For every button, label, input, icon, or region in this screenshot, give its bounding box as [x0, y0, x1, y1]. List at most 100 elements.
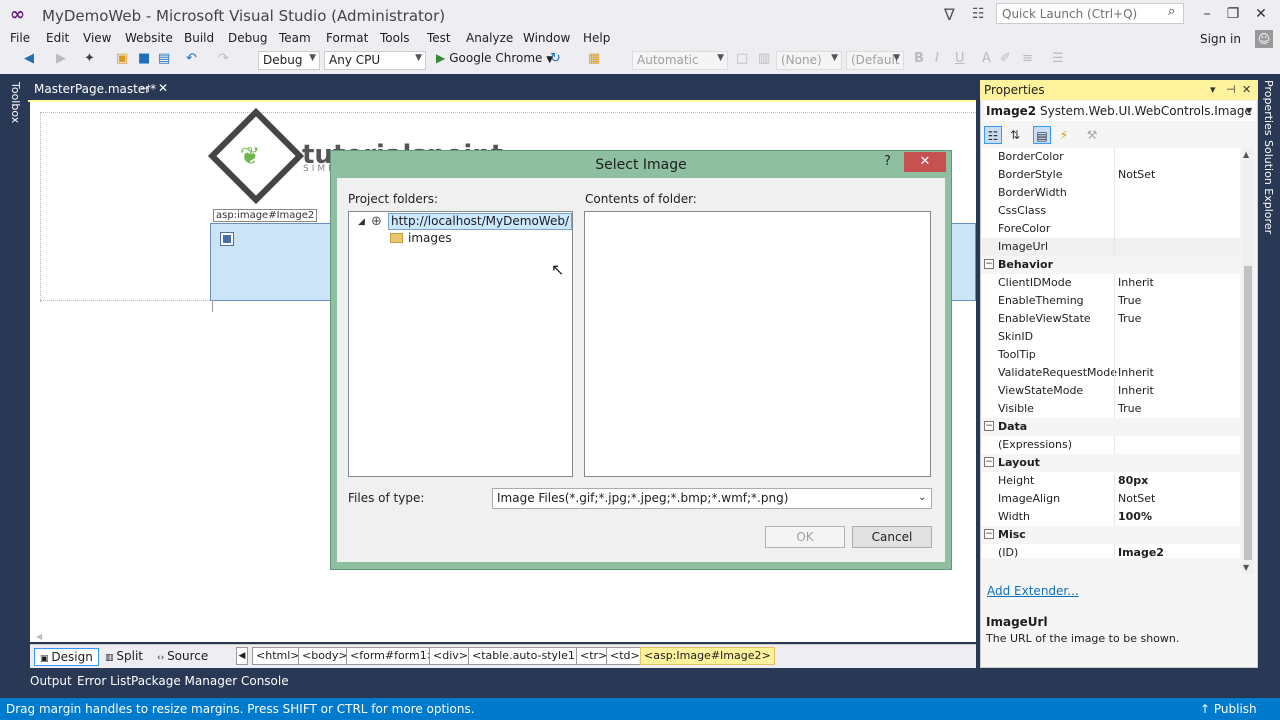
breadcrumb-body[interactable]: <body> [298, 647, 352, 665]
collapse-icon[interactable]: − [984, 529, 994, 539]
property-category[interactable]: − Layout [982, 454, 1240, 472]
scroll-left-icon[interactable]: ◀ [36, 632, 42, 641]
scroll-down-icon[interactable]: ▼ [1243, 563, 1249, 572]
close-window-button[interactable]: ✕ [1248, 3, 1274, 25]
property-row[interactable]: Width 100% [982, 508, 1240, 526]
breadcrumb-table[interactable]: <table.auto-style1> [468, 647, 589, 665]
apply-style-icon[interactable]: ▥ [758, 51, 770, 66]
property-value[interactable]: 80px [1118, 474, 1148, 487]
property-value[interactable]: True [1118, 294, 1141, 307]
property-value[interactable]: NotSet [1118, 168, 1155, 181]
notifications-icon[interactable]: ☷ [972, 6, 985, 22]
property-value[interactable]: True [1118, 402, 1141, 415]
breadcrumb-image[interactable]: <asp:Image#Image2> [640, 647, 775, 665]
chevron-down-icon[interactable]: ▾ [1210, 83, 1216, 96]
collapse-icon[interactable]: − [984, 457, 994, 467]
property-row[interactable]: ImageAlign NotSet [982, 490, 1240, 508]
menu-view[interactable]: View [83, 31, 111, 45]
scrollbar-thumb[interactable] [1244, 266, 1252, 560]
search-icon[interactable]: ⌕ [1168, 4, 1175, 19]
save-icon[interactable]: ■ [138, 51, 150, 66]
undo-icon[interactable]: ↶ [186, 51, 197, 66]
feedback-flag-icon[interactable]: ∇ [944, 5, 955, 24]
open-file-icon[interactable]: ▣ [116, 51, 128, 66]
property-value[interactable]: Image2 [1118, 546, 1164, 558]
property-value[interactable]: Inherit [1118, 366, 1154, 379]
menu-team[interactable]: Team [279, 31, 311, 45]
font-name-select[interactable]: (None) ▼ [776, 51, 842, 70]
properties-icon[interactable]: ▤ [1033, 126, 1051, 144]
property-row[interactable]: ValidateRequestMode Inherit [982, 364, 1240, 382]
menu-file[interactable]: File [10, 31, 30, 45]
property-row[interactable]: BorderStyle NotSet [982, 166, 1240, 184]
italic-icon[interactable]: I [935, 51, 939, 66]
highlight-icon[interactable]: ✐ [1000, 51, 1011, 66]
scroll-up-icon[interactable]: ▲ [1243, 150, 1249, 159]
property-row[interactable]: Visible True [982, 400, 1240, 418]
property-category[interactable]: − Data [982, 418, 1240, 436]
property-row[interactable]: CssClass [982, 202, 1240, 220]
add-extender-link[interactable]: Add Extender... [987, 584, 1079, 598]
property-row[interactable]: SkinID [982, 328, 1240, 346]
property-row[interactable]: (ID) Image2 [982, 544, 1240, 558]
menu-window[interactable]: Window [523, 31, 570, 45]
ok-button[interactable]: OK [765, 526, 845, 548]
tree-item-root[interactable]: http://localhost/MyDemoWeb/ [388, 213, 572, 230]
chevron-down-icon[interactable]: ⌄ [918, 492, 926, 503]
property-value[interactable]: NotSet [1118, 492, 1155, 505]
split-view-button[interactable]: ▥ Split [100, 648, 148, 666]
list-icon[interactable]: ☰ [1052, 51, 1064, 66]
property-value[interactable]: True [1118, 312, 1141, 325]
property-row[interactable]: ClientIDMode Inherit [982, 274, 1240, 292]
browser-link-icon[interactable]: ▦ [588, 51, 600, 66]
refresh-icon[interactable]: ↻ [550, 51, 561, 66]
pin-icon[interactable]: ⊣ [140, 82, 150, 95]
menu-edit[interactable]: Edit [46, 31, 69, 45]
menu-help[interactable]: Help [583, 31, 610, 45]
breadcrumb-form[interactable]: <form#form1> [346, 647, 440, 665]
cancel-button[interactable]: Cancel [852, 526, 932, 548]
account-icon[interactable]: ☺ [1255, 30, 1273, 48]
breadcrumb-html[interactable]: <html> [252, 647, 304, 665]
alphabetical-icon[interactable]: ⇅ [1006, 126, 1024, 144]
start-debugging-button[interactable]: ▶ Google Chrome ▼ [436, 51, 553, 65]
solution-configuration-select[interactable]: Debug ▼ [258, 51, 320, 70]
restore-button[interactable]: ❐ [1220, 3, 1246, 25]
property-row[interactable]: BorderWidth [982, 184, 1240, 202]
close-icon[interactable]: ✕ [1242, 83, 1251, 96]
breadcrumb-div[interactable]: <div> [429, 647, 472, 665]
menu-test[interactable]: Test [427, 31, 451, 45]
property-category[interactable]: − Misc [982, 526, 1240, 544]
properties-side-tab[interactable]: Properties [1262, 80, 1275, 136]
publish-button[interactable]: ↑ Publish [1200, 702, 1257, 716]
quick-launch-input[interactable]: Quick Launch (Ctrl+Q) [996, 3, 1184, 24]
breadcrumb-td[interactable]: <td> [606, 647, 644, 665]
menu-website[interactable]: Website [125, 31, 173, 45]
solution-explorer-side-tab[interactable]: Solution Explorer [1262, 140, 1275, 234]
tab-output[interactable]: Output [30, 674, 72, 688]
tab-package-manager-console[interactable]: Package Manager Console [131, 674, 289, 688]
property-row[interactable]: EnableTheming True [982, 292, 1240, 310]
property-row[interactable]: ToolTip [982, 346, 1240, 364]
tab-error-list[interactable]: Error List [77, 674, 131, 688]
menu-build[interactable]: Build [184, 31, 214, 45]
categorized-icon[interactable]: ☷ [984, 126, 1002, 144]
files-of-type-select[interactable]: Image Files(*.gif;*.jpg;*.jpeg;*.bmp;*.w… [492, 488, 932, 509]
style-icon[interactable]: □ [736, 51, 748, 66]
underline-icon[interactable]: U [955, 51, 965, 66]
bold-icon[interactable]: B [914, 51, 924, 66]
font-size-select[interactable]: (Default ▼ [846, 51, 904, 70]
property-pages-icon[interactable]: ⚒ [1083, 126, 1101, 144]
project-folders-tree[interactable] [348, 211, 573, 477]
redo-icon[interactable]: ↷ [218, 51, 229, 66]
folder-contents-list[interactable] [584, 211, 931, 477]
save-all-icon[interactable]: ▤ [158, 51, 170, 66]
design-view-button[interactable]: ▣ Design [34, 648, 99, 666]
close-tab-icon[interactable]: ✕ [158, 81, 168, 95]
document-tab[interactable]: MasterPage.master* [28, 80, 176, 100]
help-icon[interactable]: ? [884, 154, 891, 169]
menu-debug[interactable]: Debug [228, 31, 267, 45]
target-rule-select[interactable]: Automatic ▼ [632, 51, 728, 70]
property-value[interactable]: Inherit [1118, 276, 1154, 289]
property-row-selected[interactable]: ImageUrl [982, 238, 1240, 256]
